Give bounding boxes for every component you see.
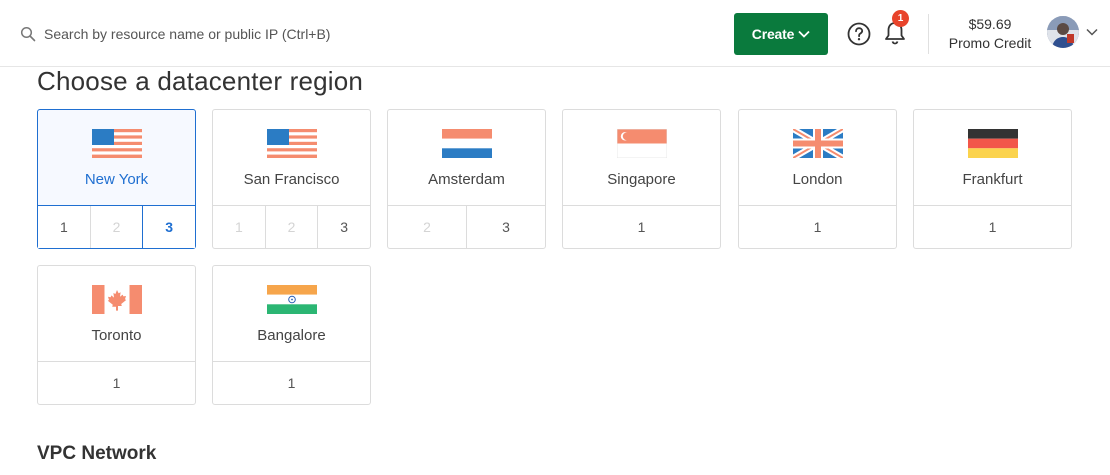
us-flag-icon [92, 129, 142, 158]
datacenter-option: 2 [264, 206, 318, 248]
datacenter-options: 1 [914, 205, 1071, 248]
datacenter-options: 1 [739, 205, 896, 248]
datacenter-options: 1 [38, 361, 195, 404]
notification-badge: 1 [892, 10, 909, 27]
page-title: Choose a datacenter region [37, 66, 364, 96]
datacenter-option[interactable]: 1 [739, 206, 896, 248]
create-button-label: Create [751, 26, 795, 42]
avatar-image [1047, 16, 1079, 48]
germany-flag-icon [968, 129, 1018, 158]
region-name: Amsterdam [428, 171, 505, 188]
search-input[interactable] [44, 26, 424, 42]
datacenter-option[interactable]: 1 [563, 206, 720, 248]
datacenter-option[interactable]: 3 [142, 206, 195, 248]
datacenter-option[interactable]: 1 [213, 362, 370, 404]
region-card-new-york[interactable]: New York 1 2 3 [37, 109, 196, 249]
credit-label: Promo Credit [948, 35, 1032, 51]
help-icon[interactable] [847, 22, 871, 46]
region-card-bangalore[interactable]: Bangalore 1 [212, 265, 371, 405]
datacenter-option: 2 [423, 219, 431, 235]
singapore-flag-icon [617, 129, 667, 158]
datacenter-option[interactable]: 1 [38, 362, 195, 404]
region-card-san-francisco[interactable]: San Francisco 1 2 3 [212, 109, 371, 249]
datacenter-options: 1 2 3 [213, 205, 370, 248]
netherlands-flag-icon [442, 129, 492, 158]
region-name: San Francisco [243, 171, 340, 188]
region-card-singapore[interactable]: Singapore 1 [562, 109, 721, 249]
region-card-amsterdam[interactable]: Amsterdam 2 3 [387, 109, 546, 249]
region-name: Bangalore [257, 327, 326, 344]
create-button[interactable]: Create [734, 13, 828, 55]
datacenter-option[interactable]: 1 [38, 206, 90, 248]
datacenter-option[interactable]: 1 [914, 206, 1071, 248]
vpc-network-heading: VPC Network [37, 443, 157, 464]
us-flag-icon [267, 129, 317, 158]
region-card-toronto[interactable]: Toronto 1 [37, 265, 196, 405]
search-bar[interactable] [20, 22, 440, 46]
datacenter-options: 1 [213, 361, 370, 404]
chevron-down-icon[interactable] [1086, 28, 1098, 36]
header-divider [928, 14, 929, 54]
region-name: London [792, 171, 843, 188]
datacenter-option: 1 [234, 219, 243, 235]
region-name: Singapore [607, 171, 676, 188]
datacenter-options: 1 [563, 205, 720, 248]
avatar[interactable] [1047, 16, 1079, 48]
canada-flag-icon [92, 285, 142, 314]
datacenter-option[interactable]: 3 [466, 206, 545, 248]
search-icon [20, 26, 36, 42]
top-navigation-bar: Create 1 $59.69 Promo Credit [0, 0, 1110, 67]
credit-amount: $59.69 [968, 16, 1012, 32]
datacenter-option: 2 [89, 206, 143, 248]
uk-flag-icon [793, 129, 843, 158]
region-card-frankfurt[interactable]: Frankfurt 1 [913, 109, 1072, 249]
promo-credit: $59.69 Promo Credit [930, 15, 1050, 53]
datacenter-options: 2 3 [388, 205, 545, 248]
india-flag-icon [267, 285, 317, 314]
region-card-london[interactable]: London 1 [738, 109, 897, 249]
region-name: Frankfurt [962, 171, 1023, 188]
datacenter-options: 1 2 3 [38, 205, 195, 248]
region-name: Toronto [91, 327, 142, 344]
chevron-down-icon [798, 30, 810, 38]
datacenter-option[interactable]: 3 [317, 206, 370, 248]
region-name: New York [84, 171, 149, 188]
